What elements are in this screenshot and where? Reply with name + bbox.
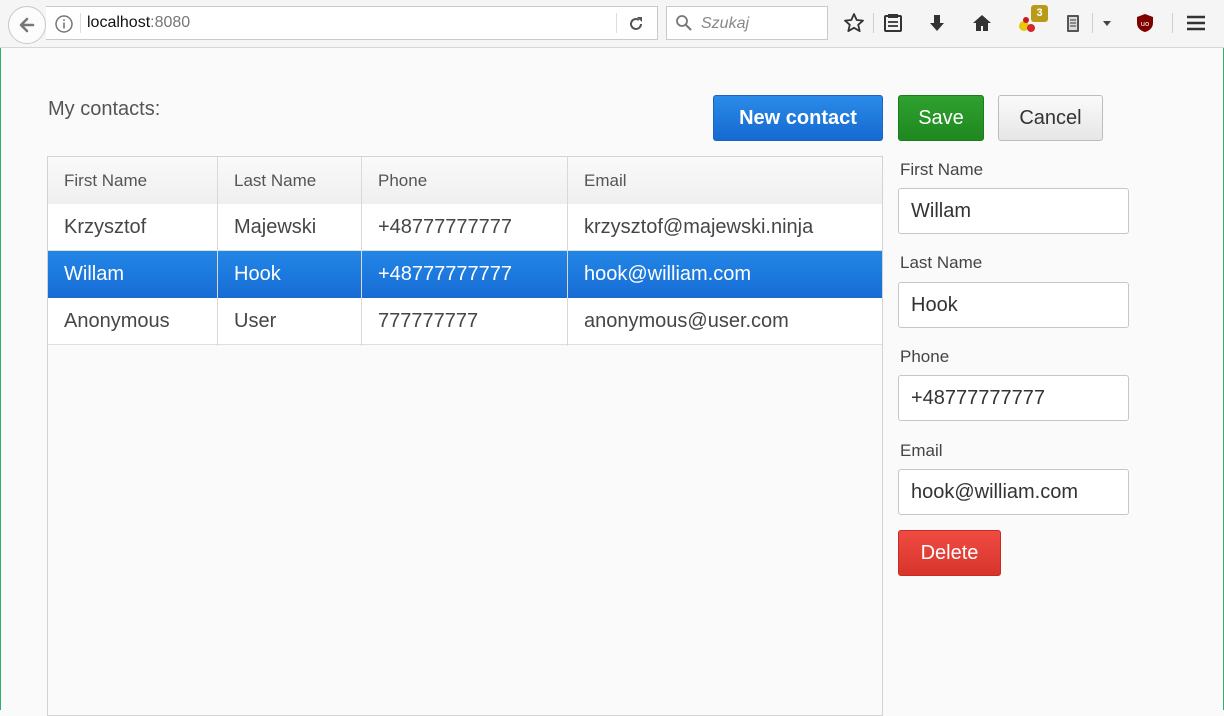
url-bar[interactable]: localhost:8080 [46, 6, 658, 40]
cell-last-name: User [234, 310, 277, 332]
column-header-first-name[interactable]: First Name [48, 157, 218, 204]
cell-last-name: Majewski [234, 216, 317, 238]
download-icon[interactable] [925, 11, 949, 35]
window-edge-left [0, 48, 1, 710]
column-divider [567, 157, 568, 346]
svg-text:uo: uo [1141, 20, 1150, 28]
column-header-email[interactable]: Email [568, 157, 882, 204]
url-host: localhost [87, 14, 151, 31]
first-name-label: First Name [900, 160, 984, 179]
phone-label: Phone [900, 347, 950, 366]
table-row-selected[interactable]: Willam Hook +48777777777 hook@william.co… [48, 251, 882, 298]
cell-phone: +48777777777 [378, 216, 513, 238]
clipboard-addon-icon[interactable] [1061, 11, 1085, 35]
table-row[interactable]: Anonymous User 777777777 anonymous@user.… [48, 298, 882, 345]
dropdown-arrow-icon[interactable] [1095, 11, 1119, 35]
url-separator [80, 13, 81, 33]
cell-email: hook@william.com [584, 263, 752, 285]
cell-first-name: Anonymous [64, 310, 170, 332]
email-label: Email [900, 441, 943, 460]
column-divider [217, 157, 218, 346]
reload-icon[interactable] [627, 15, 645, 38]
phone-field[interactable] [898, 375, 1129, 421]
search-icon [675, 14, 693, 37]
column-divider [361, 157, 362, 346]
column-header-last-name[interactable]: Last Name [218, 157, 362, 204]
back-button[interactable] [8, 6, 46, 44]
url-text[interactable]: localhost:8080 [87, 14, 190, 32]
first-name-field[interactable] [898, 188, 1129, 234]
cell-phone: +48777777777 [378, 263, 513, 285]
cell-last-name: Hook [234, 263, 281, 285]
cell-email: anonymous@user.com [584, 310, 789, 332]
back-arrow-icon [19, 17, 35, 33]
cell-email: krzysztof@majewski.ninja [584, 216, 814, 238]
search-placeholder: Szukaj [701, 15, 750, 32]
addon-badge: 3 [1031, 5, 1048, 22]
toolbar-separator [1172, 13, 1173, 33]
contacts-grid[interactable]: First Name Last Name Phone Email Krzyszt… [47, 156, 883, 716]
table-row[interactable]: Krzysztof Majewski +48777777777 krzyszto… [48, 204, 882, 251]
cell-first-name: Willam [64, 263, 124, 285]
search-bar[interactable]: Szukaj [666, 6, 828, 40]
bookmark-star-icon[interactable] [842, 11, 866, 35]
last-name-field[interactable] [898, 282, 1129, 328]
reading-list-icon[interactable] [881, 11, 905, 35]
grid-header: First Name Last Name Phone Email [48, 157, 882, 205]
toolbar-separator [873, 13, 874, 33]
info-icon[interactable] [54, 14, 74, 39]
home-icon[interactable] [970, 11, 994, 35]
column-header-phone[interactable]: Phone [362, 157, 568, 204]
email-field[interactable] [898, 469, 1129, 515]
delete-button[interactable]: Delete [898, 530, 1001, 576]
ublock-icon[interactable]: uo [1133, 11, 1157, 35]
cell-first-name: Krzysztof [64, 216, 147, 238]
save-button[interactable]: Save [898, 95, 984, 141]
url-separator-right [616, 13, 617, 33]
cell-phone: 777777777 [378, 310, 479, 332]
last-name-label: Last Name [900, 253, 983, 272]
menu-hamburger-icon[interactable] [1184, 11, 1208, 35]
page-title: My contacts: [48, 98, 161, 120]
toolbar-separator [1092, 13, 1093, 33]
url-port: :8080 [150, 14, 191, 31]
cancel-button[interactable]: Cancel [998, 95, 1103, 141]
browser-toolbar: localhost:8080 Szukaj 3 uo [0, 0, 1224, 48]
new-contact-button[interactable]: New contact [713, 95, 883, 141]
